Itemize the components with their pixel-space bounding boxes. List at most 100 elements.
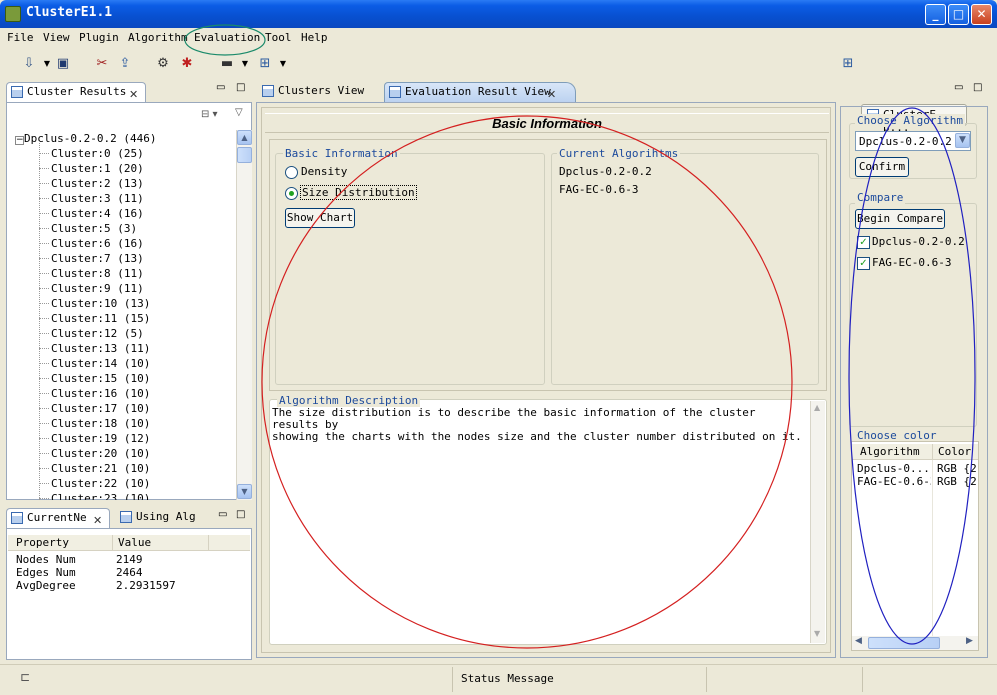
menu-view[interactable]: View [43,31,70,44]
tree-item[interactable]: Cluster:1 (20) [51,161,144,176]
tree-item[interactable]: Cluster:16 (10) [51,386,150,401]
open-perspective-icon[interactable]: ⊞ [839,55,857,73]
menu-plugin[interactable]: Plugin [79,31,119,44]
tree-item[interactable]: Cluster:4 (16) [51,206,144,221]
tree-root[interactable]: −Dpclus-0.2-0.2 (446) [15,131,156,146]
tree-scrollbar[interactable]: ▲ ▼ [236,130,252,500]
tree-item[interactable]: Cluster:21 (10) [51,461,150,476]
title-bar [0,0,997,28]
tree-item[interactable]: Cluster:15 (10) [51,371,150,386]
tab-current-network[interactable]: CurrentNe ✕ [6,508,110,528]
scroll-down-icon[interactable]: ▼ [814,629,820,638]
tree-item[interactable]: Cluster:8 (11) [51,266,144,281]
right-panel: Choose Algorithm Dpclus-0.2-0.2 ▼ Confir… [840,106,988,658]
dropdown-icon[interactable]: ▼ [274,55,292,73]
gear-icon[interactable]: ⚙ [154,55,172,73]
menu-evaluation[interactable]: Evaluation [194,31,260,44]
import-icon[interactable]: ⇩ [20,55,38,73]
tree-item[interactable]: Cluster:6 (16) [51,236,144,251]
density-radio[interactable] [285,166,298,179]
tab-label: Cluster Results [27,85,127,98]
color-row-color[interactable]: RGB {2... [937,475,977,488]
maximize-view-icon[interactable]: □ [973,82,982,93]
tree-item[interactable]: Cluster:19 (12) [51,431,150,446]
tree-item[interactable]: Cluster:12 (5) [51,326,144,341]
maximize-button[interactable]: □ [948,4,969,25]
tree-item[interactable]: Cluster:9 (11) [51,281,144,296]
confirm-button[interactable]: Confirm [855,157,909,177]
color-table-header: Algorithm Color [852,444,978,460]
tree-item[interactable]: Cluster:23 (10) [51,491,150,500]
scroll-thumb[interactable] [237,147,252,163]
minimize-view-icon[interactable]: ▭ [216,82,225,93]
save-icon[interactable]: ▣ [54,55,72,73]
tab-clusters-view[interactable]: Clusters View [258,82,378,102]
tab-evaluation-result-view[interactable]: Evaluation Result View ✕ [384,82,576,102]
begin-compare-button[interactable]: Begin Compare [855,209,945,229]
tree-item[interactable]: Cluster:22 (10) [51,476,150,491]
algorithm-select[interactable]: Dpclus-0.2-0.2 ▼ [855,131,971,151]
maximize-view-icon[interactable]: □ [236,509,245,520]
color-row-color[interactable]: RGB {2... [937,462,977,475]
collapse-all-icon[interactable]: ⊟ ▾ [201,109,218,120]
checkbox-checked-icon[interactable]: ✓ [857,257,870,270]
tree-item[interactable]: Cluster:18 (10) [51,416,150,431]
tab-using-algorithm[interactable]: Using Alg [116,508,212,528]
property-value: 2.2931597 [116,579,176,592]
color-row-algorithm[interactable]: FAG-EC-0.6-3 [857,475,931,488]
scroll-up-icon[interactable]: ▲ [814,403,820,412]
color-table-hscroll[interactable]: ◀ ▶ [852,636,978,650]
minimize-view-icon[interactable]: ▭ [954,82,963,93]
monitor-icon[interactable]: ▬ [218,55,236,73]
color-table: Algorithm Color Dpclus-0.... RGB {2... FAG… [851,441,979,651]
tree-item[interactable]: Cluster:0 (25) [51,146,144,161]
view-icon [389,86,401,98]
view-menu-icon[interactable]: ▽ [235,107,243,118]
page-title: Basic Information [492,116,602,131]
maximize-view-icon[interactable]: □ [236,82,245,93]
view-icon [120,511,132,523]
view-icon [11,86,23,98]
tree-item[interactable]: Cluster:5 (3) [51,221,137,236]
menu-tool[interactable]: Tool [265,31,292,44]
description-line: The size distribution is to describe the… [272,406,756,431]
tree-item[interactable]: Cluster:20 (10) [51,446,150,461]
tree-item[interactable]: Cluster:17 (10) [51,401,150,416]
menu-help[interactable]: Help [301,31,328,44]
color-row-algorithm[interactable]: Dpclus-0.... [857,462,931,475]
tree-item[interactable]: Cluster:14 (10) [51,356,150,371]
collapse-icon[interactable]: − [15,136,24,145]
scroll-right-icon[interactable]: ▶ [966,636,973,646]
menu-algorithm[interactable]: Algorithm [128,31,188,44]
menu-file[interactable]: File [7,31,34,44]
current-algorithm-item: Dpclus-0.2-0.2 [559,165,652,178]
fast-view-icon[interactable]: ⊏ [20,670,30,684]
tree-item[interactable]: Cluster:11 (15) [51,311,150,326]
dropdown-icon[interactable]: ▼ [236,55,254,73]
scroll-down-icon[interactable]: ▼ [237,484,252,499]
tab-cluster-results[interactable]: Cluster Results ✕ [6,82,146,102]
export-icon[interactable]: ⇪ [116,55,134,73]
new-window-icon[interactable]: ⊞ [256,55,274,73]
size-distribution-radio[interactable] [285,187,298,200]
compare-title: Compare [855,191,906,204]
scroll-left-icon[interactable]: ◀ [855,636,862,646]
tree-item[interactable]: Cluster:2 (13) [51,176,144,191]
minimize-button[interactable]: _ [925,4,946,25]
close-button[interactable]: ✕ [971,4,992,25]
tree-item[interactable]: Cluster:13 (11) [51,341,150,356]
tree-item[interactable]: Cluster:3 (11) [51,191,144,206]
scroll-up-icon[interactable]: ▲ [237,130,252,145]
editor-tabstrip: Clusters View Evaluation Result View ✕ [256,80,836,102]
tree-item[interactable]: Cluster:10 (13) [51,296,150,311]
tree-item[interactable]: Cluster:7 (13) [51,251,144,266]
bug-icon[interactable]: ✱ [178,55,196,73]
show-chart-button[interactable]: Show Chart [285,208,355,228]
scroll-thumb[interactable] [868,637,940,649]
description-scrollbar[interactable]: ▲ ▼ [810,401,825,643]
checkbox-checked-icon[interactable]: ✓ [857,236,870,249]
minimize-view-icon[interactable]: ▭ [218,509,227,520]
chevron-down-icon[interactable]: ▼ [955,133,970,148]
density-label: Density [301,165,348,178]
tools-icon[interactable]: ✂ [93,55,111,73]
